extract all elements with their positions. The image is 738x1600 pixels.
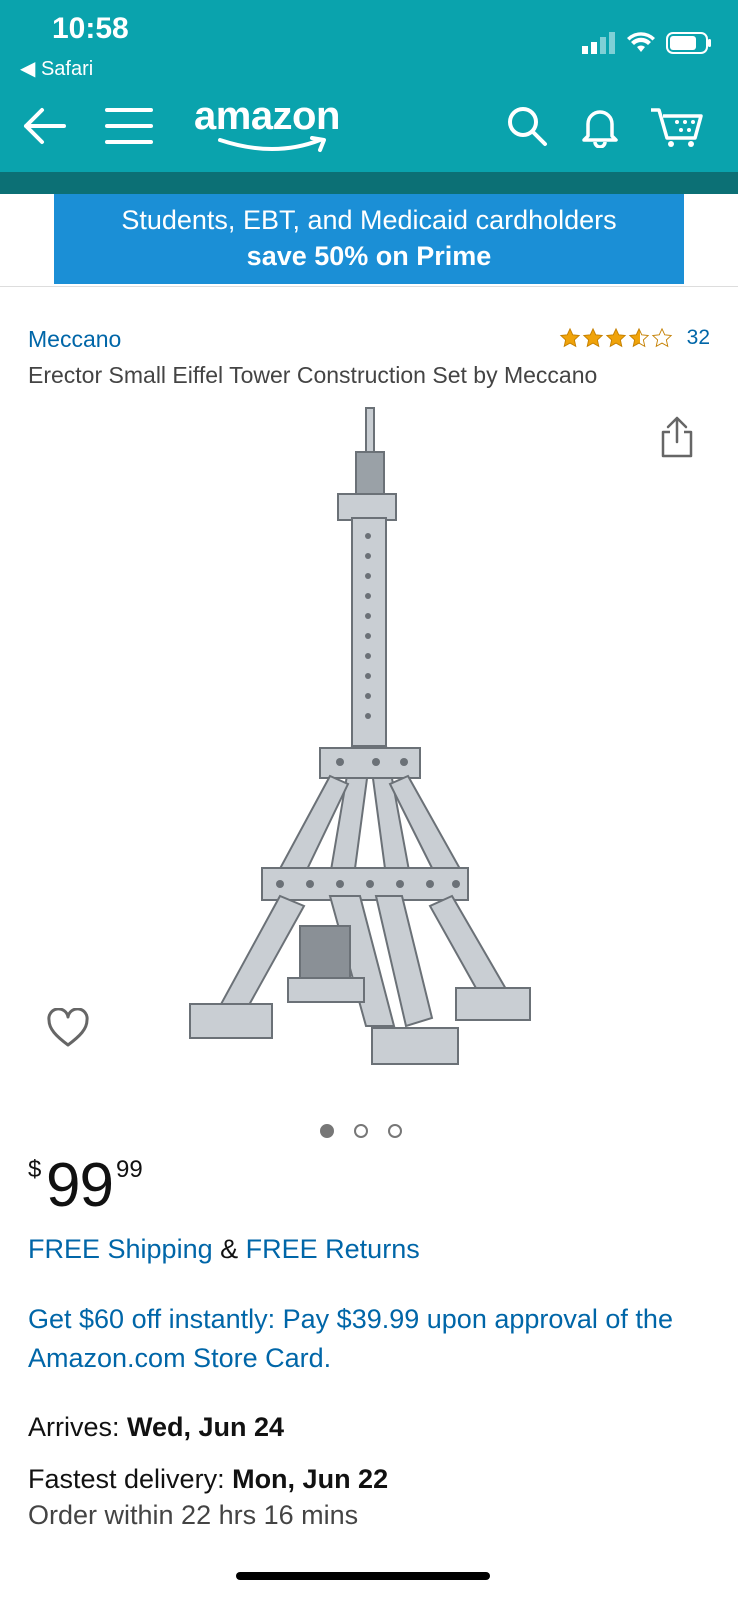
arrives-line: Arrives: Wed, Jun 24	[28, 1412, 284, 1443]
shipping-ampersand: &	[220, 1234, 239, 1264]
battery-icon	[666, 32, 711, 54]
divider	[0, 286, 738, 287]
cart-button[interactable]	[648, 94, 704, 158]
prime-promo-banner[interactable]: Students, EBT, and Medicaid cardholders …	[54, 194, 684, 284]
eiffel-tower-model-image	[189, 407, 531, 1065]
product-image[interactable]	[180, 406, 560, 1086]
hamburger-menu-icon	[105, 108, 153, 144]
fastest-date: Mon, Jun 22	[232, 1464, 389, 1494]
price-whole: 99	[46, 1151, 114, 1220]
price-symbol: $	[28, 1156, 42, 1183]
status-time: 10:58	[52, 12, 129, 45]
app-header: 10:58 ◀ Safari amazon	[0, 0, 738, 172]
star-empty-icon	[651, 327, 672, 348]
wifi-icon	[627, 32, 655, 52]
price-fraction: 99	[116, 1156, 143, 1183]
carousel-dot[interactable]	[354, 1124, 368, 1138]
star-half-icon	[628, 327, 649, 348]
store-card-offer-link[interactable]: Get $60 off instantly: Pay $39.99 upon a…	[28, 1300, 718, 1378]
fastest-label: Fastest delivery:	[28, 1464, 233, 1494]
star-full-icon	[559, 327, 580, 348]
banner-line-2: save 50% on Prime	[246, 241, 492, 271]
free-returns-link[interactable]: FREE Returns	[246, 1234, 420, 1264]
search-button[interactable]	[504, 94, 550, 158]
carousel-dot[interactable]	[320, 1124, 334, 1138]
product-title: Erector Small Eiffel Tower Construction …	[28, 362, 598, 388]
share-icon	[661, 416, 693, 458]
bell-icon	[582, 110, 618, 148]
nav-bar	[0, 94, 738, 158]
cart-icon	[651, 108, 703, 147]
notifications-button[interactable]	[578, 94, 622, 158]
menu-button[interactable]	[104, 94, 154, 158]
home-indicator[interactable]	[236, 1572, 490, 1580]
status-icons	[582, 32, 712, 54]
heart-icon	[47, 1007, 89, 1047]
share-button[interactable]	[660, 416, 694, 463]
logo-text: amazon	[194, 94, 340, 138]
rating-count: 32	[686, 326, 710, 349]
back-button[interactable]	[18, 94, 70, 158]
banner-line-1: Students, EBT, and Medicaid cardholders	[121, 205, 617, 235]
star-full-icon	[582, 327, 603, 348]
free-shipping-link[interactable]: FREE Shipping	[28, 1234, 213, 1264]
star-full-icon	[605, 327, 626, 348]
arrives-date: Wed, Jun 24	[127, 1412, 285, 1442]
back-arrow-icon	[24, 108, 66, 144]
brand-link[interactable]: Meccano	[28, 326, 121, 353]
cellular-signal-icon	[582, 32, 615, 54]
carousel-dot[interactable]	[388, 1124, 402, 1138]
search-icon	[508, 107, 547, 146]
wishlist-button[interactable]	[46, 1007, 90, 1053]
image-carousel-dots	[320, 1124, 402, 1138]
shipping-info: FREE Shipping & FREE Returns	[28, 1234, 420, 1265]
order-within: Order within 22 hrs 16 mins	[28, 1500, 359, 1530]
header-subbar	[0, 172, 738, 194]
amazon-logo[interactable]: amazon	[194, 94, 364, 154]
fastest-delivery-line: Fastest delivery: Mon, Jun 22	[28, 1464, 388, 1495]
arrives-label: Arrives:	[28, 1412, 128, 1442]
logo-smile-icon	[218, 136, 326, 152]
rating-stars	[559, 327, 673, 349]
rating[interactable]: 32	[559, 326, 710, 350]
back-to-safari-link[interactable]: ◀ Safari	[20, 56, 93, 81]
